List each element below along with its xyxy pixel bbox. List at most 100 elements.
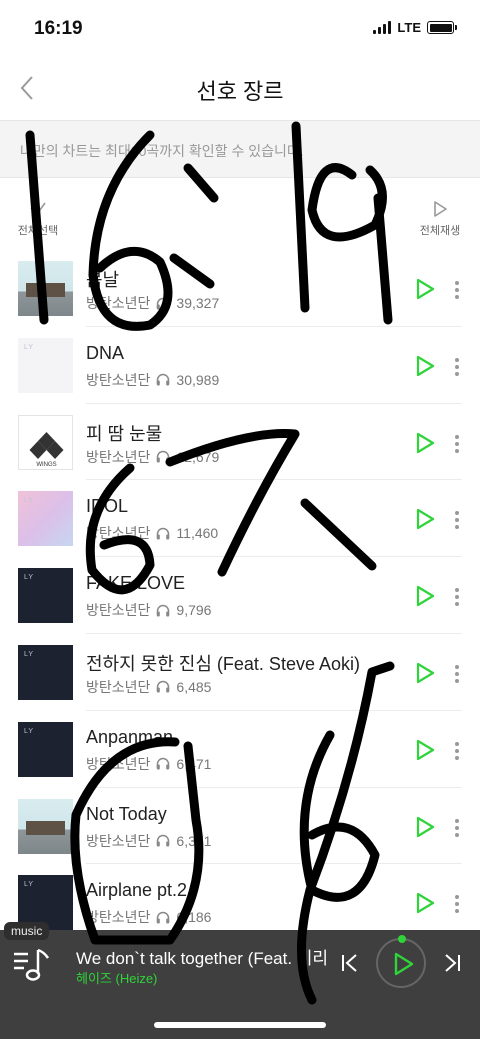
more-vertical-icon[interactable]: [450, 739, 464, 763]
status-indicators: LTE: [373, 20, 457, 35]
queue-music-icon[interactable]: [12, 946, 52, 982]
more-vertical-icon[interactable]: [450, 892, 464, 916]
play-count: 6,186: [176, 909, 212, 926]
album-cover: LY: [18, 491, 73, 547]
play-icon: [394, 952, 414, 976]
notice-text: 나만의 차트는 최대30곡까지 확인할 수 있습니다.: [20, 143, 304, 159]
network-label: LTE: [397, 20, 421, 35]
song-title: IDOL: [86, 496, 129, 517]
play-outline-icon[interactable]: [414, 661, 436, 685]
more-vertical-icon[interactable]: [450, 816, 464, 840]
song-artist: 방탄소년단: [86, 832, 151, 849]
cover-text: WINGS: [36, 462, 56, 468]
song-meta: 방탄소년단 30,989: [86, 370, 219, 390]
song-title: 피 땀 눈물: [86, 423, 163, 444]
cover-label: LY: [24, 881, 35, 889]
play-outline-icon[interactable]: [414, 277, 436, 301]
song-title: Not Today: [86, 803, 167, 824]
skip-next-icon[interactable]: [442, 952, 462, 974]
music-badge: music: [4, 922, 50, 940]
song-row[interactable]: Not Today 방탄소년단 6,371: [0, 788, 480, 865]
headphones-icon: [157, 758, 170, 770]
mini-player[interactable]: music We don`t talk together (Feat. 기리보이…: [0, 922, 480, 1039]
notice-banner: 나만의 차트는 최대30곡까지 확인할 수 있습니다.: [0, 120, 480, 178]
select-all-button[interactable]: 전체선택: [14, 200, 62, 238]
more-vertical-icon[interactable]: [450, 278, 464, 302]
status-time: 16:19: [34, 18, 83, 39]
song-title: Airplane pt.2: [86, 880, 188, 901]
song-meta: 방탄소년단 12,679: [86, 447, 219, 467]
album-cover: WINGS: [18, 414, 73, 470]
skip-previous-icon[interactable]: [340, 952, 360, 974]
song-row[interactable]: LY 전하지 못한 진심 (Feat. Steve Aoki) 방탄소년단 6,…: [0, 634, 480, 711]
song-artist: 방탄소년단: [86, 448, 151, 465]
song-row[interactable]: LY IDOL 방탄소년단 11,460: [0, 480, 480, 557]
song-artist: 방탄소년단: [86, 678, 151, 695]
more-vertical-icon[interactable]: [450, 432, 464, 456]
headphones-icon: [157, 450, 170, 463]
play-count: 6,371: [176, 832, 212, 849]
cover-label: LY: [24, 727, 35, 735]
play-outline-icon[interactable]: [414, 431, 436, 455]
play-count: 6,485: [176, 678, 212, 695]
song-artist: 방탄소년단: [86, 295, 151, 311]
headphones-icon: [157, 911, 170, 924]
headphones-icon: [157, 604, 170, 617]
album-cover: [18, 798, 73, 854]
cover-label: LY: [24, 574, 35, 582]
now-playing-artist: 헤이즈 (Heize): [76, 971, 158, 986]
headphones-icon: [157, 297, 170, 309]
song-row[interactable]: LY Anpanman 방탄소년단 6,471: [0, 711, 480, 788]
song-title: DNA: [86, 342, 125, 363]
play-pause-button[interactable]: [376, 935, 426, 988]
album-cover: [18, 261, 73, 316]
cover-label: LY: [24, 650, 35, 658]
song-meta: 방탄소년단 6,485: [86, 677, 211, 697]
list-controls: 전체선택 전체재생: [0, 178, 480, 248]
song-meta: 방탄소년단 6,371: [86, 831, 211, 851]
song-meta: 방탄소년단 6,186: [86, 907, 211, 927]
play-outline-icon[interactable]: [414, 891, 436, 915]
headphones-icon: [157, 374, 170, 386]
play-all-button[interactable]: 전체재생: [414, 200, 466, 238]
headphones-icon: [157, 527, 170, 540]
play-outline-icon[interactable]: [414, 738, 436, 762]
select-all-label: 전체선택: [17, 225, 59, 237]
song-artist: 방탄소년단: [86, 602, 151, 619]
song-title: 봄날: [86, 270, 120, 290]
cover-label: LY: [24, 343, 35, 351]
play-count: 39,327: [176, 295, 220, 311]
song-list: 봄날 방탄소년단 39,327 LY DNA 방탄소년단 30,989 WING…: [0, 250, 480, 941]
play-count: 30,989: [176, 371, 220, 388]
song-row[interactable]: 봄날 방탄소년단 39,327: [0, 250, 480, 327]
now-playing-title: We don`t talk together (Feat. 기리보이) (Pro…: [76, 949, 326, 968]
play-outline-icon[interactable]: [414, 507, 436, 531]
navigation-bar: 선호 장르: [0, 58, 480, 118]
play-all-label: 전체재생: [419, 225, 461, 237]
headphones-icon: [157, 834, 170, 847]
more-vertical-icon[interactable]: [450, 662, 464, 686]
page-title: 선호 장르: [196, 79, 284, 104]
home-indicator[interactable]: [154, 1022, 326, 1028]
headphones-icon: [157, 681, 170, 693]
song-title: FAKE LOVE: [86, 573, 186, 594]
song-row[interactable]: LY FAKE LOVE 방탄소년단 9,796: [0, 557, 480, 634]
song-artist: 방탄소년단: [86, 371, 151, 388]
more-vertical-icon[interactable]: [450, 508, 464, 532]
progress-indicator: [398, 935, 406, 943]
album-cover: LY: [18, 568, 73, 624]
play-count: 12,679: [176, 448, 220, 465]
song-title: Anpanman: [86, 726, 174, 747]
song-meta: 방탄소년단 6,471: [86, 754, 211, 774]
status-bar: 16:19 LTE: [0, 0, 480, 56]
song-row[interactable]: LY DNA 방탄소년단 30,989: [0, 327, 480, 404]
album-cover: LY: [18, 337, 73, 393]
more-vertical-icon[interactable]: [450, 355, 464, 379]
album-art-bench: [26, 820, 65, 835]
play-outline-icon[interactable]: [414, 815, 436, 839]
play-outline-icon[interactable]: [414, 354, 436, 378]
check-icon: [30, 202, 46, 216]
more-vertical-icon[interactable]: [450, 585, 464, 609]
play-outline-icon[interactable]: [414, 584, 436, 608]
song-row[interactable]: WINGS 피 땀 눈물 방탄소년단 12,679: [0, 404, 480, 481]
